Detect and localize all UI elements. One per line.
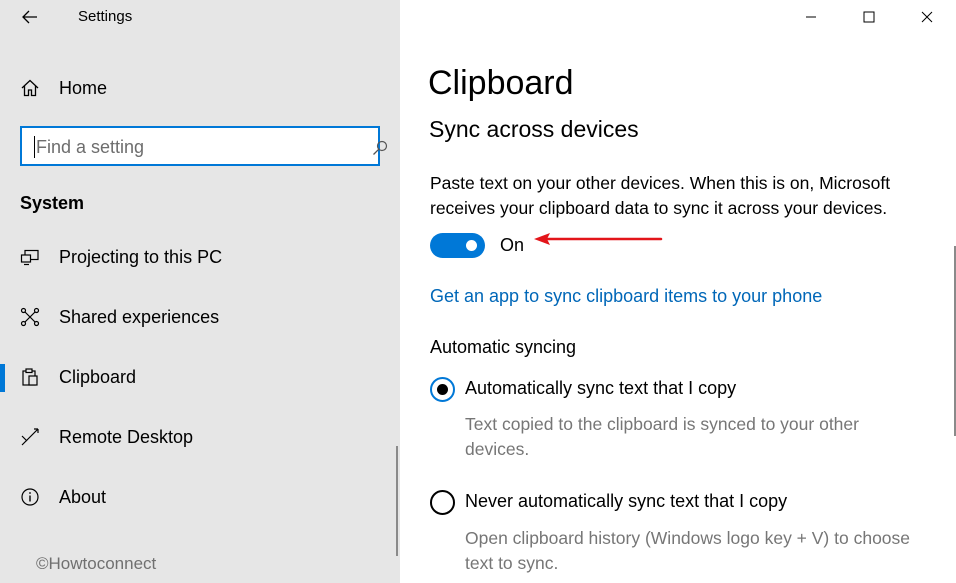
search-input[interactable] [36, 135, 336, 159]
search-icon [373, 140, 388, 155]
home-icon [20, 78, 40, 98]
sidebar-item-projecting[interactable]: Projecting to this PC [0, 234, 400, 280]
sidebar-item-remote-desktop[interactable]: Remote Desktop [0, 414, 400, 460]
shared-experiences-icon [20, 307, 40, 327]
text-caret [34, 136, 35, 158]
info-icon [20, 487, 40, 507]
sidebar-item-label: Projecting to this PC [59, 246, 223, 267]
remote-desktop-icon [20, 427, 40, 447]
radio-description: Text copied to the clipboard is synced t… [465, 414, 859, 459]
window-controls [782, 0, 956, 34]
sidebar-item-about[interactable]: About [0, 474, 400, 520]
sidebar-item-label: Clipboard [59, 366, 137, 387]
radio-button-unchecked[interactable] [430, 490, 455, 515]
sidebar-item-clipboard[interactable]: Clipboard [0, 354, 400, 400]
watermark: ©Howtoconnect [36, 554, 157, 573]
title-bar: Settings [0, 0, 400, 34]
radio-button-checked[interactable] [430, 377, 455, 402]
sidebar-item-shared-experiences[interactable]: Shared experiences [0, 294, 400, 340]
page-title: Clipboard [428, 64, 574, 102]
sidebar-item-label: About [59, 486, 107, 507]
app-title: Settings [78, 8, 133, 25]
back-button[interactable] [8, 0, 52, 34]
back-arrow-icon [22, 10, 37, 24]
sync-toggle[interactable] [430, 233, 485, 258]
search-box[interactable] [20, 126, 388, 166]
maximize-icon [863, 11, 875, 23]
sidebar: Settings Home System Projecting to this … [0, 0, 400, 583]
close-button[interactable] [898, 0, 956, 34]
sidebar-item-label: Shared experiences [59, 306, 220, 327]
sync-description: Paste text on your other devices. When t… [430, 173, 891, 218]
sidebar-item-label: Remote Desktop [59, 426, 194, 447]
sidebar-scrollbar[interactable] [396, 446, 398, 556]
sidebar-item-home[interactable]: Home [0, 66, 400, 110]
toggle-state-label: On [500, 235, 525, 255]
minimize-icon [806, 16, 816, 18]
close-icon [921, 11, 933, 23]
toggle-knob [466, 240, 477, 251]
minimize-button[interactable] [782, 0, 840, 34]
clipboard-icon [20, 367, 40, 387]
automatic-syncing-heading: Automatic syncing [430, 337, 577, 357]
projector-icon [20, 247, 40, 267]
section-heading: System [20, 193, 85, 213]
selection-indicator [0, 364, 5, 392]
group-title: Sync across devices [429, 116, 639, 142]
radio-label: Automatically sync text that I copy [465, 378, 737, 398]
sidebar-item-label: Home [59, 77, 108, 98]
radio-label: Never automatically sync text that I cop… [465, 491, 788, 511]
radio-description: Open clipboard history (Windows logo key… [465, 528, 911, 573]
sync-phone-link[interactable]: Get an app to sync clipboard items to yo… [430, 286, 822, 307]
maximize-button[interactable] [840, 0, 898, 34]
annotation-arrow [534, 233, 663, 245]
